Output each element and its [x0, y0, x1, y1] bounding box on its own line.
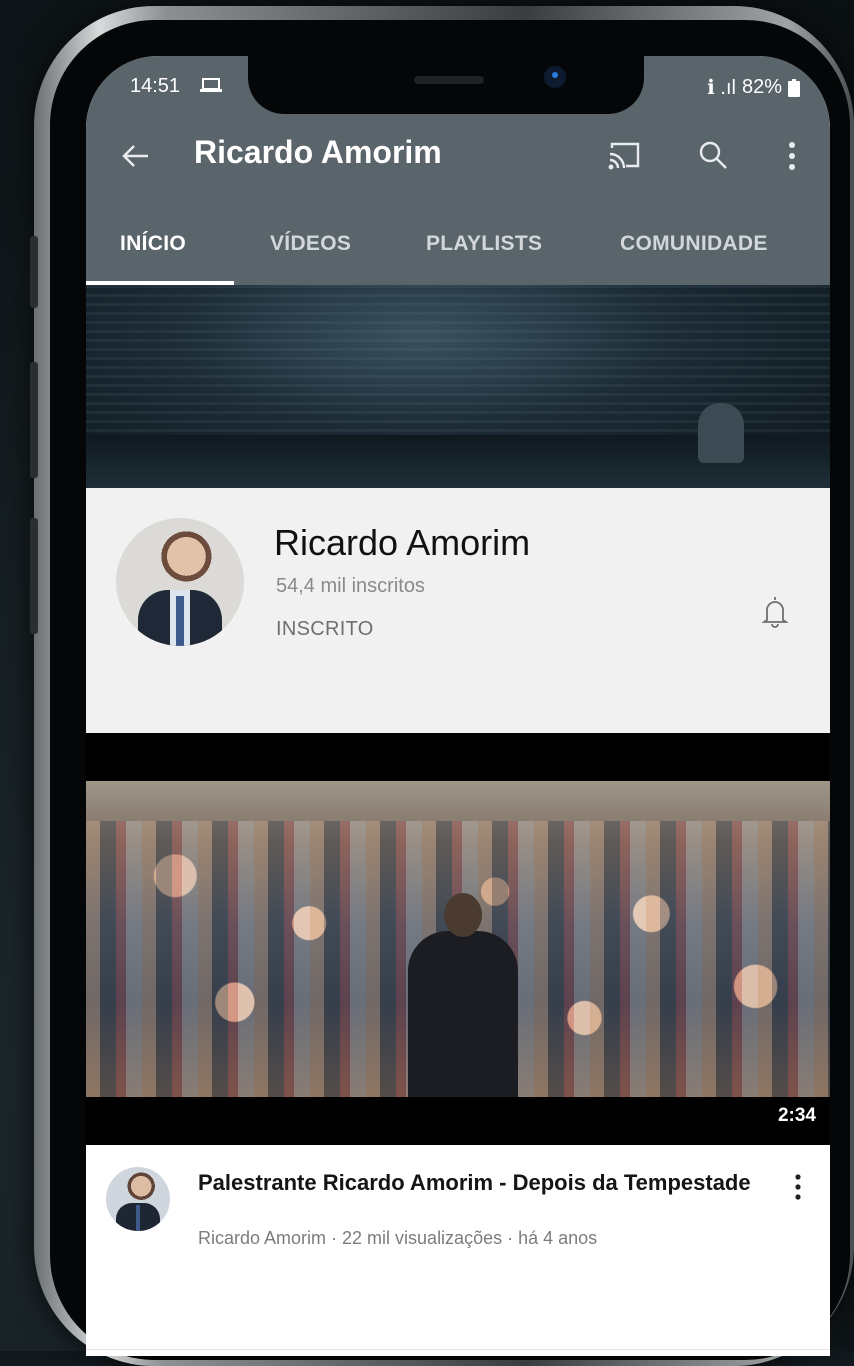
- back-arrow-icon[interactable]: [118, 138, 154, 174]
- channel-tabs: INÍCIO VÍDEOS PLAYLISTS COMUNIDADE: [86, 224, 830, 285]
- laptop-icon: [200, 78, 222, 92]
- channel-name: Ricardo Amorim: [274, 522, 531, 563]
- volume-down-button: [30, 518, 38, 634]
- volume-up-button: [30, 362, 38, 478]
- thumbnail-presenter: [408, 893, 518, 1097]
- status-time: 14:51: [130, 75, 181, 97]
- mute-switch: [30, 236, 38, 308]
- video-title[interactable]: Palestrante Ricardo Amorim - Depois da T…: [198, 1169, 758, 1196]
- signal-icon: ℹ .ıl: [707, 77, 736, 99]
- subscribed-button[interactable]: INSCRITO: [276, 618, 374, 641]
- featured-video-player[interactable]: 2:34: [86, 733, 830, 1145]
- video-details: Palestrante Ricardo Amorim - Depois da T…: [86, 1145, 830, 1355]
- bell-icon[interactable]: [762, 594, 788, 628]
- video-duration: 2:34: [777, 1105, 816, 1126]
- battery-icon: [788, 78, 800, 97]
- banner-speaker: [698, 403, 744, 463]
- app-header: 14:51 ℹ .ıl 82% Ricardo Amorim INÍCIO VÍ…: [86, 56, 830, 285]
- page-title: Ricardo Amorim: [194, 134, 442, 170]
- search-icon[interactable]: [698, 140, 728, 170]
- video-metadata: Ricardo Amorim · 22 mil visualizações · …: [198, 1228, 598, 1248]
- tab-videos[interactable]: VÍDEOS: [270, 232, 351, 256]
- channel-avatar[interactable]: [116, 518, 244, 646]
- video-channel-avatar[interactable]: [106, 1167, 170, 1231]
- battery-level: 82%: [741, 76, 782, 98]
- divider: [86, 1349, 830, 1350]
- front-camera: [544, 66, 566, 88]
- avatar-tie: [136, 1205, 140, 1231]
- speaker-grille: [414, 76, 484, 84]
- avatar-tie: [176, 596, 184, 646]
- camera-notch: [248, 56, 644, 114]
- subscriber-count: 54,4 mil inscritos: [276, 575, 425, 597]
- more-options-icon[interactable]: [782, 140, 802, 172]
- status-right: ℹ .ıl 82%: [707, 75, 800, 100]
- channel-banner: [86, 285, 830, 488]
- cast-icon[interactable]: [608, 140, 642, 170]
- video-thumbnail[interactable]: [86, 781, 830, 1097]
- tab-playlists[interactable]: PLAYLISTS: [426, 232, 542, 256]
- tab-inicio[interactable]: INÍCIO: [120, 232, 186, 256]
- video-menu-icon[interactable]: [792, 1173, 804, 1201]
- tab-comunidade[interactable]: COMUNIDADE: [620, 232, 768, 256]
- channel-info: Ricardo Amorim 54,4 mil inscritos INSCRI…: [86, 488, 830, 733]
- phone-screen: 14:51 ℹ .ıl 82% Ricardo Amorim INÍCIO VÍ…: [86, 56, 830, 1356]
